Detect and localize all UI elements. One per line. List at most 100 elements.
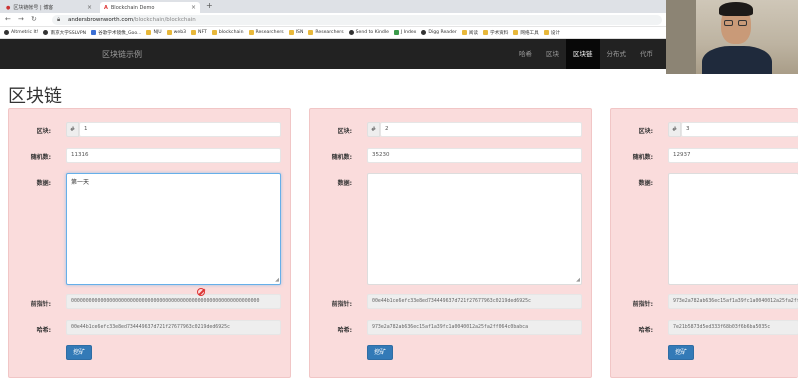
bookmark-item[interactable]: Researchers	[248, 30, 284, 35]
bookmark-item[interactable]: NJU	[146, 30, 162, 35]
bookmark-label: web3	[173, 30, 187, 35]
back-icon[interactable]: ←	[5, 15, 11, 23]
bookmark-favicon-icon	[43, 30, 49, 35]
bookmark-label: 学术资料	[489, 30, 509, 36]
nonce-input[interactable]: 35230	[367, 148, 582, 163]
bookmark-label: Altmetric It!	[11, 30, 39, 35]
webcam-person-body	[702, 46, 772, 74]
mine-button[interactable]: 挖矿	[668, 345, 694, 360]
close-tab-icon[interactable]: ×	[87, 4, 92, 11]
bookmark-item[interactable]: 南京大学SSLVPN	[43, 30, 86, 36]
nonce-label: 随机数:	[30, 154, 51, 161]
bookmark-label: 网络工具	[520, 30, 539, 36]
webcam-background-shelf	[666, 0, 696, 74]
hash-sign-addon: #	[367, 122, 380, 137]
hash-field: 7e21b5873d5ed333f68b03f6b6ba5035c	[668, 320, 798, 335]
prev-label: 前指针:	[331, 301, 352, 308]
site-brand[interactable]: 区块链示例	[102, 49, 142, 60]
hash-sign-addon: #	[66, 122, 79, 137]
bookmark-label: 南京大学SSLVPN	[50, 30, 87, 36]
bookmark-item[interactable]: 谷歌学术镜像_Goo...	[91, 30, 141, 36]
bookmark-label: Researchers	[255, 30, 284, 35]
data-textarea[interactable]: ◢	[367, 173, 582, 285]
reload-icon[interactable]: ↻	[31, 15, 37, 23]
hash-label: 哈希:	[337, 327, 352, 334]
block-number-input[interactable]: 1	[79, 122, 281, 137]
page-title: 区块链	[8, 86, 62, 107]
bookmark-item[interactable]: Researchers	[308, 30, 344, 35]
bookmark-item[interactable]: blockchain	[211, 30, 244, 35]
url-field[interactable]: 🔒︎ andersbrownworth.com/blockchain/block…	[52, 15, 662, 25]
bookmark-label: Digg Reader	[428, 30, 457, 35]
prev-hash-field: 0000000000000000000000000000000000000000…	[66, 294, 281, 309]
tab-favicon-icon: A	[104, 4, 108, 11]
close-tab-icon[interactable]: ×	[191, 4, 196, 11]
folder-icon	[461, 30, 467, 35]
mine-button[interactable]: 挖矿	[66, 345, 92, 360]
bookmark-item[interactable]: Send to Kindle	[348, 30, 389, 35]
bookmark-label: NFT	[198, 30, 207, 35]
nav-item-block[interactable]: 区块	[539, 39, 566, 69]
bookmark-favicon-icon	[348, 30, 354, 35]
hash-field: 973e2a782ab636ec15af1a39fc1a0040012a25fa…	[367, 320, 582, 335]
tab-favicon-icon: ●	[6, 4, 11, 11]
bookmark-item[interactable]: ISN	[288, 30, 303, 35]
folder-icon	[482, 30, 488, 35]
nav-menu: 哈希 区块 区块链 分布式 代币	[512, 39, 660, 69]
block-card-3: 区块: # 3 随机数: 12937 数据: 前指针: 973e2a782ab6…	[610, 108, 798, 378]
bookmark-item[interactable]: web3	[166, 30, 187, 35]
bookmark-item[interactable]: 学术资料	[482, 30, 509, 36]
bookmark-item[interactable]: 设计	[543, 30, 560, 36]
bookmark-item[interactable]: J Index	[393, 30, 417, 35]
folder-icon	[191, 30, 197, 35]
tab-label: 区块链帐号 | 博客	[13, 5, 54, 11]
nav-item-blockchain[interactable]: 区块链	[566, 39, 600, 69]
bookmark-item[interactable]: Altmetric It!	[4, 30, 38, 35]
tab-label: Blockchain Demo	[110, 4, 155, 11]
folder-icon	[248, 30, 254, 35]
folder-icon	[288, 30, 294, 35]
webcam-overlay	[666, 0, 798, 74]
resize-grip-icon[interactable]: ◢	[275, 277, 279, 283]
folder-icon	[543, 30, 549, 35]
prev-hash-field: 00e44b1ce6efc33e8ed734449637d721f2767796…	[367, 294, 582, 309]
url-host: andersbrownworth.com	[68, 17, 134, 23]
data-textarea[interactable]	[668, 173, 798, 285]
block-card-1: 区块: # 1 随机数: 11316 数据: 第一天 ◢ 前指针: 000000…	[8, 108, 291, 378]
data-label: 数据:	[638, 180, 653, 187]
bookmark-favicon-icon	[91, 30, 97, 35]
block-number-input[interactable]: 2	[380, 122, 582, 137]
nav-item-tokens[interactable]: 代币	[633, 39, 660, 69]
bookmark-label: 设计	[550, 30, 560, 36]
browser-tab-blog[interactable]: ● 区块链帐号 | 博客 ×	[2, 2, 96, 13]
forward-icon[interactable]: →	[18, 15, 24, 23]
block-label: 区块:	[638, 128, 653, 135]
bookmark-label: NJU	[153, 30, 162, 35]
nonce-input[interactable]: 12937	[668, 148, 798, 163]
hash-label: 哈希:	[638, 327, 653, 334]
new-tab-icon[interactable]: +	[206, 1, 213, 10]
block-number-input[interactable]: 3	[681, 122, 798, 137]
bookmark-label: Researchers	[315, 30, 344, 35]
bookmark-label: blockchain	[218, 30, 244, 35]
bookmark-label: J Index	[400, 30, 417, 35]
bookmark-item[interactable]: 网络工具	[513, 30, 539, 36]
nav-item-hash[interactable]: 哈希	[512, 39, 539, 69]
data-textarea[interactable]: 第一天 ◢	[66, 173, 281, 285]
nonce-input[interactable]: 11316	[66, 148, 281, 163]
resize-grip-icon[interactable]: ◢	[576, 277, 580, 283]
browser-tab-blockchain-demo[interactable]: A Blockchain Demo ×	[100, 2, 200, 13]
bookmark-item[interactable]: 阅读	[461, 30, 478, 36]
bookmark-item[interactable]: NFT	[191, 30, 207, 35]
data-text: 第一天	[71, 179, 90, 186]
bookmark-item[interactable]: Digg Reader	[421, 30, 457, 35]
nav-item-distributed[interactable]: 分布式	[600, 39, 634, 69]
block-label: 区块:	[337, 128, 352, 135]
webcam-glasses-right	[738, 20, 747, 26]
bookmark-label: 谷歌学术镜像_Goo...	[98, 30, 142, 36]
mine-button[interactable]: 挖矿	[367, 345, 393, 360]
bookmark-favicon-icon	[393, 30, 399, 35]
prev-label: 前指针:	[632, 301, 653, 308]
bookmark-label: Send to Kindle	[355, 30, 389, 35]
block-label: 区块:	[36, 128, 51, 135]
